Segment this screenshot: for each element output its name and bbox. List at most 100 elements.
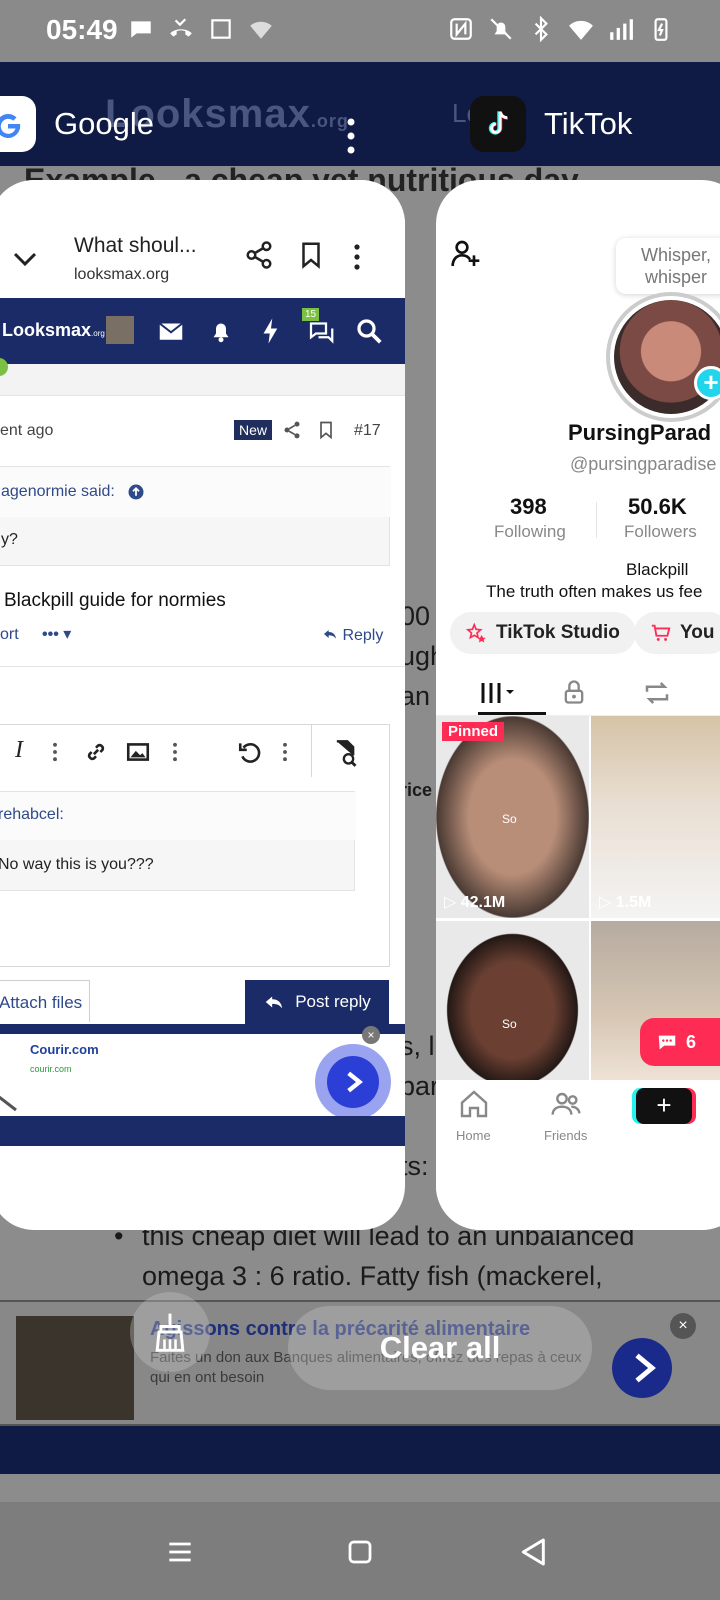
- status-time: 05:49: [46, 14, 118, 45]
- clear-all-button[interactable]: Clear all: [288, 1306, 592, 1390]
- status-bar: 05:49: [0, 0, 720, 62]
- background-ad-close-icon[interactable]: ×: [670, 1313, 696, 1339]
- more-vert-icon[interactable]: [281, 739, 289, 765]
- recents-menu-button[interactable]: [160, 1532, 200, 1572]
- report-link[interactable]: ort: [0, 626, 19, 644]
- shop-button[interactable]: You: [634, 612, 720, 654]
- reply-link[interactable]: Reply: [322, 626, 383, 645]
- arrow-up-circle-icon[interactable]: [127, 483, 145, 501]
- italic-icon[interactable]: I: [15, 737, 23, 764]
- following-label[interactable]: Following: [494, 522, 566, 542]
- wifi-calling-icon: [250, 21, 272, 39]
- image-icon[interactable]: [125, 739, 151, 765]
- video-thumbnail[interactable]: Pinned So ▷ 42.1M: [436, 716, 589, 918]
- tiktok-studio-button[interactable]: TikTok Studio: [450, 612, 636, 654]
- home-icon[interactable]: [458, 1088, 490, 1120]
- search-icon[interactable]: [354, 316, 384, 346]
- preview-icon[interactable]: [331, 739, 359, 767]
- ad-thumbnail: [16, 1316, 134, 1420]
- following-count[interactable]: 398: [510, 494, 547, 520]
- more-vert-icon[interactable]: [352, 242, 362, 272]
- nav-label-friends[interactable]: Friends: [544, 1128, 587, 1143]
- create-button[interactable]: +: [636, 1088, 692, 1124]
- notification-badge: 15: [302, 308, 320, 321]
- attach-files-button[interactable]: Attach files: [0, 980, 90, 1022]
- follow-plus-icon[interactable]: +: [694, 366, 720, 400]
- background-fragment: s, l: [400, 1031, 435, 1061]
- ad-go-button[interactable]: [612, 1338, 672, 1398]
- video-thumbnail[interactable]: So: [436, 921, 589, 1083]
- active-tab-indicator: [478, 712, 546, 715]
- more-options-link[interactable]: ••• ▾: [42, 624, 71, 644]
- bottom-nav: Home Friends +: [436, 1080, 720, 1230]
- ad-close-icon[interactable]: ×: [362, 1026, 380, 1044]
- video-thumbnail[interactable]: ▷ 1.5M: [591, 716, 720, 918]
- google-app-icon: [0, 96, 36, 152]
- add-friend-icon[interactable]: [450, 238, 482, 270]
- home-button[interactable]: [340, 1532, 380, 1572]
- bio-line: Blackpill: [626, 560, 689, 579]
- page-url: looksmax.org: [74, 266, 170, 283]
- comments-button[interactable]: 6: [640, 1018, 720, 1066]
- recent-app-label-tiktok[interactable]: TikTok: [470, 96, 632, 152]
- status-badge: New: [234, 420, 273, 440]
- post-number[interactable]: #17: [354, 422, 381, 440]
- system-nav-bar: [0, 1502, 720, 1600]
- mail-icon[interactable]: [156, 316, 186, 346]
- bio-line: The truth often makes us fee: [486, 582, 703, 601]
- back-triangle-icon: [521, 1538, 545, 1566]
- back-button[interactable]: [514, 1532, 554, 1572]
- post-reply-button[interactable]: Post reply: [245, 980, 389, 1024]
- site-ad-banner[interactable]: Courir.com courir.com ×: [0, 1024, 405, 1120]
- repost-icon[interactable]: [642, 678, 672, 708]
- video-views: ▷ 1.5M: [599, 894, 652, 911]
- signal-icon: [610, 19, 633, 40]
- recent-app-label-google[interactable]: Google: [0, 96, 154, 152]
- quote-author[interactable]: agenormie said:: [1, 483, 115, 501]
- screen-icon: [211, 19, 231, 39]
- site-logo[interactable]: Looksmax.org: [2, 320, 105, 341]
- stat-divider: [596, 502, 597, 538]
- chevron-down-icon[interactable]: [10, 244, 40, 274]
- more-vert-icon[interactable]: [171, 739, 179, 765]
- lightning-icon[interactable]: [256, 316, 286, 346]
- ad-url[interactable]: courir.com: [30, 1064, 72, 1074]
- video-caption: So: [502, 1017, 517, 1031]
- battery-icon: [654, 18, 668, 41]
- chevron-right-icon: [347, 1071, 363, 1093]
- videos-grid-icon[interactable]: [480, 680, 516, 706]
- editor-toolbar: I: [0, 724, 390, 779]
- ad-product-image: [0, 1095, 17, 1112]
- tiktok-studio-label: TikTok Studio: [496, 622, 620, 643]
- recent-card-tiktok[interactable]: Whisper, whisper + PursingParad @pursing…: [436, 180, 720, 1230]
- bell-icon[interactable]: [206, 316, 236, 346]
- share-icon[interactable]: [244, 240, 274, 270]
- cart-icon: [651, 624, 671, 641]
- reply-editor[interactable]: rehabcel: No way this is you???: [0, 777, 390, 967]
- reply-icon: [265, 996, 283, 1009]
- editor-quote-block: rehabcel: No way this is you???: [0, 791, 356, 891]
- wifi-icon: [569, 20, 593, 40]
- followers-count[interactable]: 50.6K: [628, 494, 687, 520]
- link-icon[interactable]: [83, 739, 109, 765]
- profile-handle: @pursingparadise: [570, 454, 717, 474]
- broom-button[interactable]: [130, 1292, 210, 1372]
- post-body-text: Blackpill guide for normies: [4, 590, 226, 611]
- share-icon[interactable]: [282, 420, 302, 440]
- page-title: What shoul...: [74, 234, 197, 257]
- friends-icon[interactable]: [550, 1088, 582, 1120]
- tooltip: Whisper, whisper: [616, 238, 720, 294]
- bookmark-icon[interactable]: [316, 420, 336, 440]
- followers-label[interactable]: Followers: [624, 522, 697, 542]
- recent-card-browser[interactable]: What shoul... looksmax.org Looksmax.org …: [0, 180, 405, 1230]
- more-vert-icon[interactable]: [346, 116, 356, 161]
- avatar[interactable]: [106, 316, 134, 344]
- bookmark-icon[interactable]: [296, 240, 326, 270]
- reply-label: Reply: [342, 627, 384, 644]
- lock-icon[interactable]: [560, 678, 588, 706]
- undo-icon[interactable]: [237, 739, 263, 765]
- post-reply-label: Post reply: [295, 992, 371, 1011]
- more-vert-icon[interactable]: [51, 739, 59, 765]
- ad-name[interactable]: Courir.com: [30, 1042, 99, 1057]
- nav-label-home[interactable]: Home: [456, 1128, 491, 1143]
